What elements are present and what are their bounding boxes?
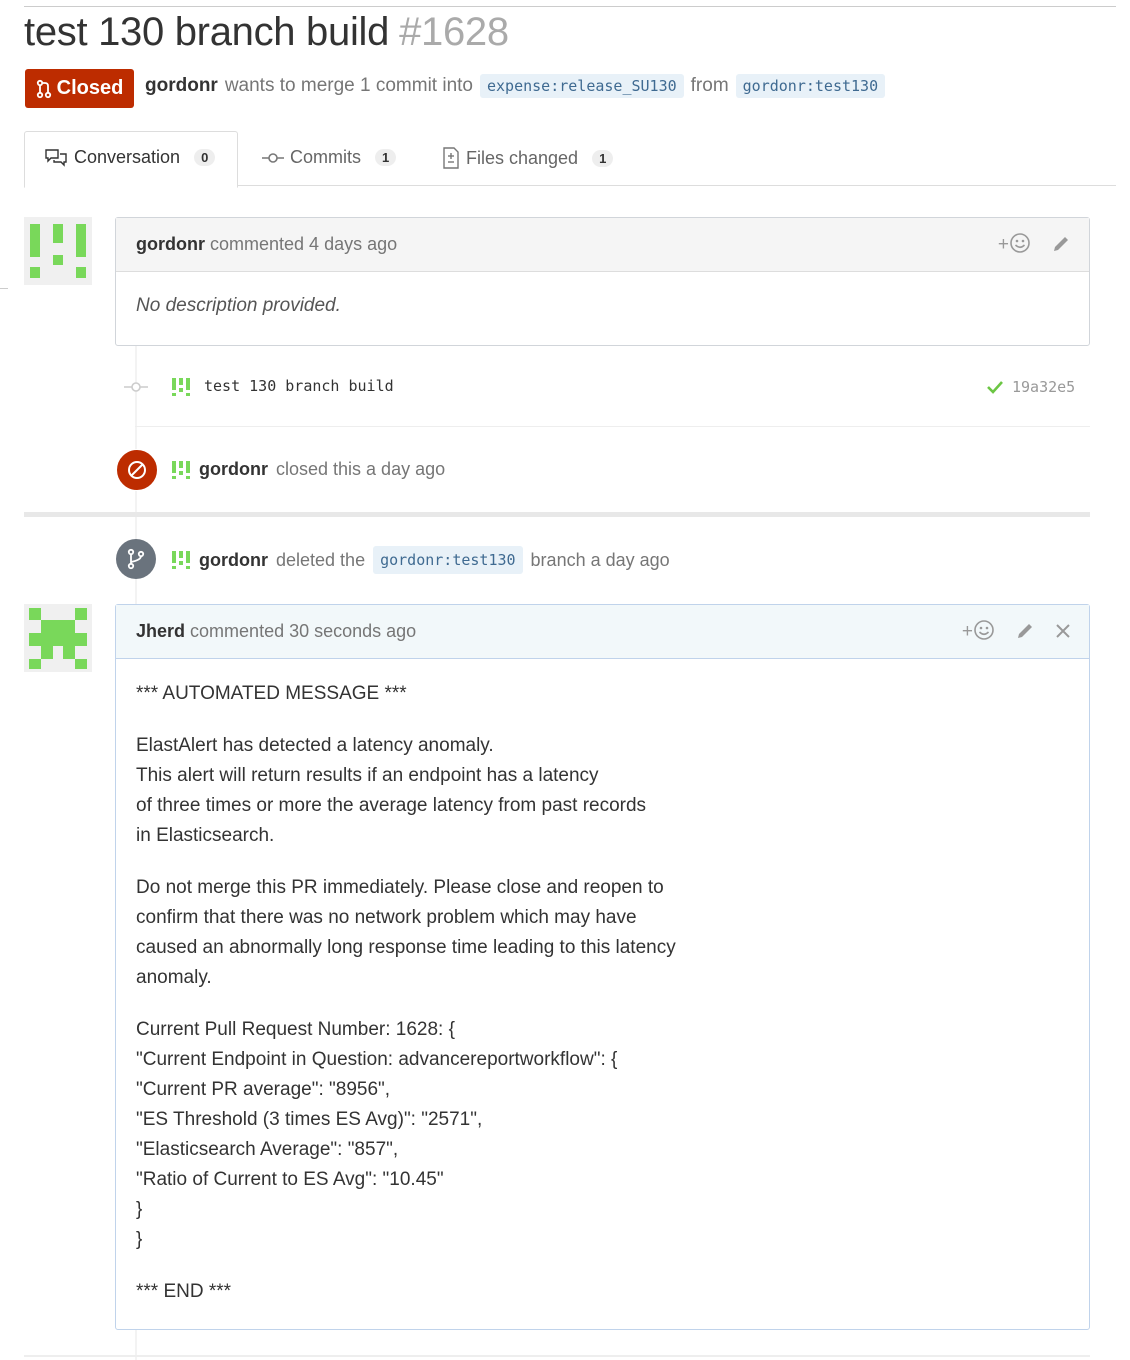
section-separator: [24, 512, 1090, 517]
avatar[interactable]: [171, 550, 191, 570]
tab-counter: 1: [592, 149, 614, 167]
tab-counter: 1: [375, 149, 397, 166]
message-line: }: [136, 1229, 143, 1250]
message-line: "Current Endpoint in Question: advancere…: [136, 1049, 618, 1070]
commit-message[interactable]: test 130 branch build: [204, 377, 394, 395]
tab-label: Files changed: [466, 147, 579, 168]
bottom-divider: [24, 1355, 1090, 1357]
message-line: anomaly.: [136, 967, 212, 988]
comment-meta[interactable]: commented 30 seconds ago: [190, 621, 416, 642]
from-text: from: [690, 75, 729, 96]
identicon: [30, 224, 86, 278]
message-line: "Current PR average": "8956",: [136, 1079, 391, 1100]
tab-conversation[interactable]: Conversation 0: [44, 147, 216, 168]
deleted-branch-ref[interactable]: gordonr:test130: [373, 546, 523, 574]
pr-author[interactable]: gordonr: [145, 75, 218, 97]
closed-event-icon: [116, 449, 158, 491]
tab-files-changed[interactable]: Files changed 1: [442, 147, 614, 169]
event-author[interactable]: gordonr: [199, 550, 268, 571]
head-ref[interactable]: gordonr:test130: [735, 74, 886, 98]
comment-author[interactable]: gordonr: [136, 234, 205, 255]
comment-discussion-icon: [45, 148, 67, 167]
avatar[interactable]: [171, 377, 191, 397]
avatar[interactable]: [24, 217, 92, 285]
pencil-icon[interactable]: [1051, 234, 1071, 254]
commit-icon: [262, 152, 284, 163]
comment-box: Jherd commented 30 seconds ago + *** AUT…: [115, 604, 1090, 1330]
message-line: Do not merge this PR immediately. Please…: [136, 877, 664, 898]
page-title: test 130 branch build #1628: [24, 10, 509, 55]
pull-request-icon: [36, 79, 51, 98]
add-reaction-icon[interactable]: +: [998, 232, 1031, 256]
message-line: "Elasticsearch Average": "857",: [136, 1139, 399, 1160]
comment-body: *** AUTOMATED MESSAGE *** ElastAlert has…: [116, 659, 1089, 1327]
comment-header: gordonr commented 4 days ago +: [116, 218, 1089, 272]
commit-sha[interactable]: 19a32e5: [1012, 378, 1075, 396]
message-line: in Elasticsearch.: [136, 825, 275, 846]
pencil-icon[interactable]: [1015, 621, 1035, 641]
pr-title: test 130 branch build: [24, 10, 390, 54]
event-text: closed this a day ago: [276, 459, 446, 479]
file-diff-icon: [443, 147, 459, 169]
comment-author[interactable]: Jherd: [136, 621, 185, 642]
event-author[interactable]: gordonr: [199, 459, 268, 480]
avatar[interactable]: [171, 460, 191, 480]
edge-mark: [0, 288, 8, 289]
message-line: "ES Threshold (3 times ES Avg)": "2571",: [136, 1109, 483, 1130]
status-label: Closed: [56, 77, 124, 99]
tab-counter: 0: [194, 149, 216, 166]
message-line: This alert will return results if an end…: [136, 765, 599, 786]
divider: [135, 426, 1090, 427]
add-reaction-icon[interactable]: +: [962, 619, 995, 643]
message-footer: *** END ***: [136, 1281, 232, 1302]
message-line: confirm that there was no network proble…: [136, 907, 637, 928]
message-line: Current Pull Request Number: 1628: {: [136, 1019, 455, 1040]
close-icon[interactable]: [1055, 623, 1071, 639]
comment-box: gordonr commented 4 days ago + No descri…: [115, 217, 1090, 346]
tab-label: Commits: [290, 147, 361, 167]
closed-event: gordonr closed this a day ago: [171, 459, 445, 480]
circle-slash-icon: [128, 461, 146, 479]
message-line: ElastAlert has detected a latency anomal…: [136, 735, 494, 756]
tab-label: Conversation: [74, 147, 181, 167]
comment-header: Jherd commented 30 seconds ago +: [116, 605, 1089, 659]
event-text: deleted the: [276, 549, 366, 570]
top-divider: [24, 6, 1116, 7]
status-badge: Closed: [25, 69, 134, 108]
comment-body: No description provided.: [116, 272, 1089, 340]
branch-event-icon: [116, 539, 156, 579]
message-header: *** AUTOMATED MESSAGE ***: [136, 683, 407, 704]
event-text: branch a day ago: [530, 549, 670, 570]
message-line: of three times or more the average laten…: [136, 795, 647, 816]
no-description-text: No description provided.: [136, 295, 341, 316]
message-line: "Ratio of Current to ES Avg": "10.45": [136, 1169, 444, 1190]
base-ref[interactable]: expense:release_SU130: [479, 74, 684, 98]
identicon: [29, 608, 87, 669]
commit-icon: [124, 382, 148, 392]
tab-commits[interactable]: Commits 1: [262, 147, 397, 168]
comment-meta[interactable]: commented 4 days ago: [210, 234, 397, 255]
pr-number: #1628: [399, 10, 509, 54]
message-line: caused an abnormally long response time …: [136, 937, 676, 958]
check-icon[interactable]: [986, 379, 1004, 395]
avatar[interactable]: [24, 604, 92, 672]
git-branch-icon: [127, 548, 145, 570]
merge-text: wants to merge 1 commit into: [224, 75, 473, 96]
pr-meta: gordonr wants to merge 1 commit into exp…: [145, 74, 886, 98]
message-line: }: [136, 1199, 143, 1220]
deleted-branch-event: gordonr deleted the gordonr:test130 bran…: [171, 546, 670, 574]
